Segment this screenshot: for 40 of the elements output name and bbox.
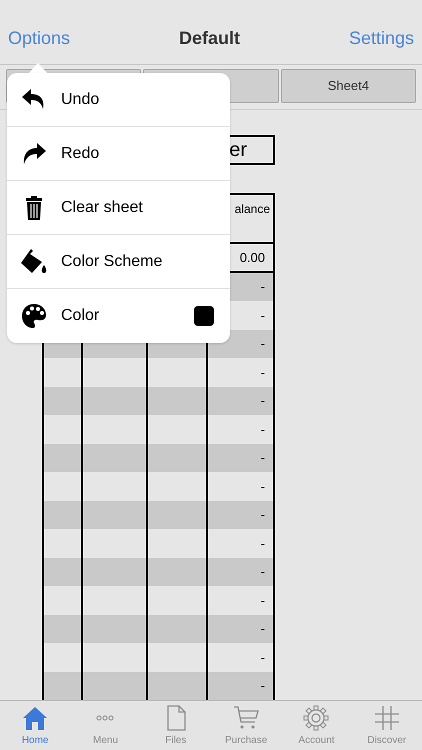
sheet-tab[interactable]: Sheet4 xyxy=(280,69,416,103)
paint-bucket-icon xyxy=(20,248,48,276)
settings-icon xyxy=(303,705,330,731)
tab-bar-item[interactable]: Files xyxy=(140,701,211,750)
popover-option[interactable]: Redo xyxy=(7,127,230,181)
home-icon xyxy=(22,705,48,731)
menu-icon xyxy=(96,715,114,721)
table-cell-text: - xyxy=(260,534,265,552)
table-cell-text: - xyxy=(260,449,265,467)
table-cell-text: 0.00 xyxy=(240,248,265,266)
popover-option[interactable]: Color xyxy=(7,289,230,343)
table-cell-text: - xyxy=(260,677,265,695)
sheet-name-title: Default xyxy=(178,27,240,50)
color-swatch[interactable] xyxy=(194,306,214,326)
popover-option[interactable]: Undo xyxy=(7,73,230,127)
column-header: alance xyxy=(234,201,270,218)
table-cell-text: - xyxy=(260,278,265,296)
table-cell-text: - xyxy=(260,506,265,524)
table-cell-text: - xyxy=(260,364,265,382)
tab-bar-item[interactable]: Discover xyxy=(352,701,422,750)
table-cell-text: - xyxy=(260,620,265,638)
grid-icon xyxy=(374,705,400,731)
table-cell-text: - xyxy=(260,420,265,438)
table-cell-text: - xyxy=(260,392,265,410)
tab-bar-item[interactable]: Home xyxy=(0,701,70,750)
table-cell-text: - xyxy=(260,563,265,581)
tab-bar-item[interactable]: Menu xyxy=(70,701,141,750)
table-cell-text: - xyxy=(260,335,265,353)
table-cell-text: - xyxy=(260,306,265,324)
popover-option[interactable]: Color Scheme xyxy=(7,235,230,289)
table-cell-text: - xyxy=(260,648,265,666)
cart-icon xyxy=(233,705,260,731)
settings-link[interactable]: Settings xyxy=(348,25,414,52)
table-cell-text: - xyxy=(260,592,265,610)
tab-bar-item[interactable]: Purchase xyxy=(210,701,282,750)
palette-icon xyxy=(20,303,48,329)
table-cell-text: - xyxy=(260,478,265,496)
options-link[interactable]: Options xyxy=(8,25,70,52)
popover-option[interactable]: Clear sheet xyxy=(7,181,230,235)
tab-bar-item[interactable]: Account xyxy=(281,701,352,750)
